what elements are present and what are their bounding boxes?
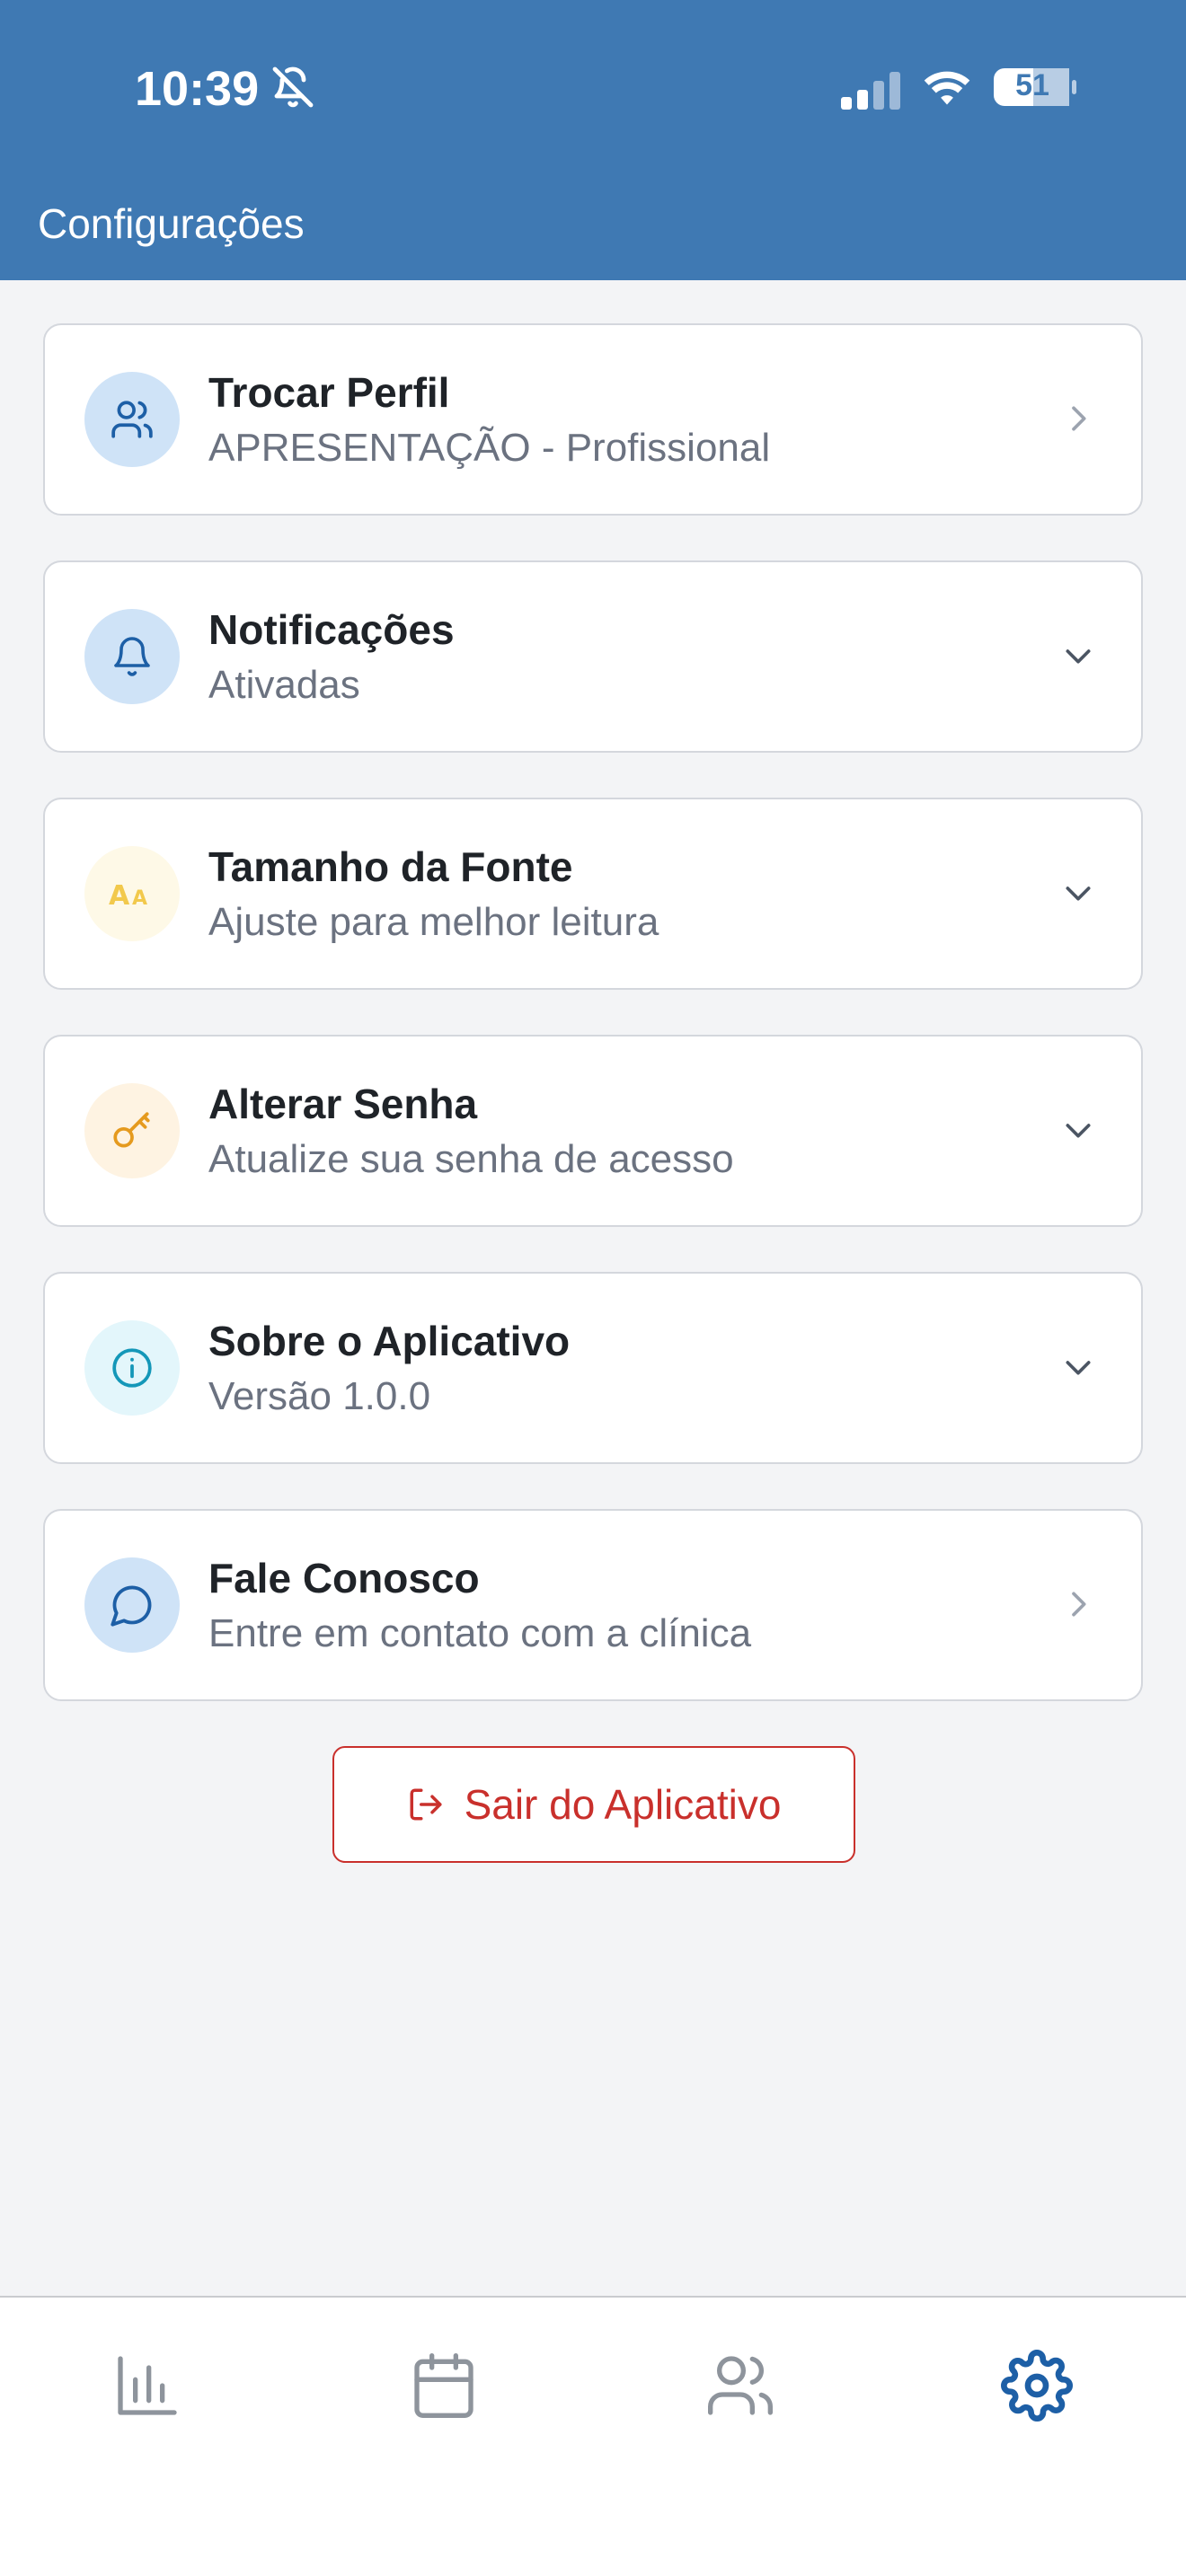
card-title: Fale Conosco [208,1555,480,1601]
switch-profile-card[interactable]: Trocar Perfil APRESENTAÇÃO - Profissiona… [43,323,1143,516]
chevron-right-icon [1072,1592,1086,1617]
info-icon [84,1320,180,1416]
change-password-card[interactable]: Alterar Senha Atualize sua senha de aces… [43,1035,1143,1227]
font-size-card[interactable]: A A Tamanho da Fonte Ajuste para melhor … [43,798,1143,990]
wifi-icon [924,71,970,105]
contact-us-card[interactable]: Fale Conosco Entre em contato com a clín… [43,1509,1143,1701]
card-subtitle: Atualize sua senha de acesso [208,1137,734,1181]
bell-icon [84,609,180,704]
card-title: Tamanho da Fonte [208,843,573,890]
chevron-right-icon [1072,406,1086,431]
chat-icon [84,1557,180,1653]
calendar-icon[interactable] [408,2350,480,2422]
chevron-down-icon[interactable] [1060,875,1096,911]
card-subtitle: Entre em contato com a clínica [208,1611,752,1655]
bottom-tab-bar [0,2296,1186,2576]
page-title: Configurações [38,200,305,247]
card-title: Trocar Perfil [208,369,450,416]
app-header: 10:39 51 Configurações [0,0,1186,280]
card-subtitle: Ativadas [208,663,360,707]
card-title: Notificações [208,606,455,653]
signal-icon [841,72,900,110]
card-subtitle: Ajuste para melhor leitura [208,900,659,944]
chevron-down-icon[interactable] [1060,1349,1096,1385]
users-icon [84,372,180,467]
card-subtitle: APRESENTAÇÃO - Profissional [208,426,771,470]
settings-icon[interactable] [1001,2350,1073,2422]
logout-label: Sair do Aplicativo [464,1781,782,1828]
font-size-icon: A A [84,846,180,941]
status-time: 10:39 [135,62,260,116]
logout-button[interactable]: Sair do Aplicativo [332,1746,855,1863]
svg-text:A: A [109,880,130,912]
key-icon [84,1083,180,1178]
battery-level: 51 [1015,68,1049,102]
chevron-down-icon[interactable] [1060,638,1096,674]
card-title: Alterar Senha [208,1081,478,1127]
chevron-down-icon[interactable] [1060,1112,1096,1148]
chart-icon[interactable] [111,2350,183,2422]
card-subtitle: Versão 1.0.0 [208,1374,431,1418]
bell-off-icon [272,66,314,108]
logout-icon [410,1788,442,1821]
svg-text:A: A [132,887,147,910]
notifications-card[interactable]: Notificações Ativadas [43,560,1143,753]
users-icon[interactable] [704,2350,776,2422]
about-app-card[interactable]: Sobre o Aplicativo Versão 1.0.0 [43,1272,1143,1464]
card-title: Sobre o Aplicativo [208,1318,571,1364]
